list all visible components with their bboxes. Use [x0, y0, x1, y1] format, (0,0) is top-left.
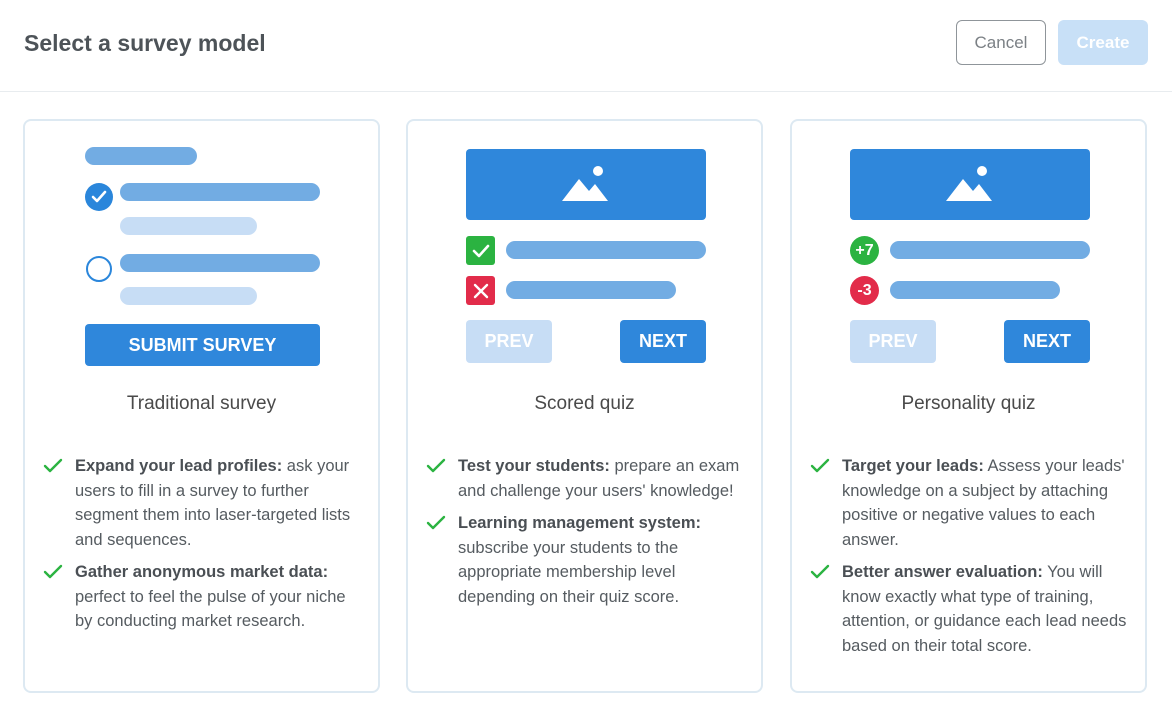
feature-item: Gather anonymous market data: perfect to… — [43, 560, 363, 634]
traditional-survey-illustration: SUBMIT SURVEY — [25, 121, 378, 381]
survey-model-card-scored-quiz[interactable]: PREV NEXT Scored quiz Test your students… — [406, 119, 763, 693]
feature-heading: Better answer evaluation: — [842, 563, 1043, 581]
checkmark-icon — [810, 458, 830, 473]
personality-quiz-illustration: +7 -3 PREV NEXT — [792, 121, 1145, 381]
feature-description: perfect to feel the pulse of your niche … — [75, 587, 346, 631]
cancel-button[interactable]: Cancel — [956, 20, 1046, 65]
next-button-preview: NEXT — [1004, 320, 1090, 363]
image-placeholder — [850, 149, 1090, 220]
page-title: Select a survey model — [24, 30, 266, 56]
checkmark-icon — [426, 515, 446, 530]
positive-score-badge: +7 — [850, 236, 879, 265]
checkmark-icon — [43, 564, 63, 579]
answer-bar — [506, 281, 676, 299]
feature-heading: Gather anonymous market data: — [75, 563, 329, 581]
card-title: Personality quiz — [901, 393, 1036, 414]
feature-item: Test your students: prepare an exam and … — [426, 454, 746, 503]
cross-icon — [466, 276, 495, 305]
answer-sub-bar — [120, 217, 257, 235]
feature-list: Test your students: prepare an exam and … — [426, 454, 746, 617]
checkmark-icon — [466, 236, 495, 265]
answer-bar — [890, 281, 1060, 299]
checkmark-icon — [426, 458, 446, 473]
survey-model-card-traditional[interactable]: SUBMIT SURVEY Traditional survey Expand … — [23, 119, 380, 693]
question-title-bar — [85, 147, 197, 165]
checkmark-icon — [810, 564, 830, 579]
radio-checked-icon — [85, 183, 113, 211]
submit-survey-preview: SUBMIT SURVEY — [85, 324, 320, 366]
image-placeholder-icon — [562, 166, 608, 201]
modal-header: Select a survey model Cancel Create — [0, 0, 1172, 92]
image-placeholder-icon — [946, 166, 992, 201]
answer-bar — [890, 241, 1090, 259]
feature-heading: Learning management system: — [458, 514, 701, 532]
checkmark-icon — [43, 458, 63, 473]
survey-model-card-personality-quiz[interactable]: +7 -3 PREV NEXT Personality quiz Target … — [790, 119, 1147, 693]
feature-item: Better answer evaluation: You will know … — [810, 560, 1130, 658]
prev-button-preview: PREV — [850, 320, 936, 363]
card-title: Traditional survey — [126, 393, 277, 414]
feature-item: Target your leads: Assess your leads' kn… — [810, 454, 1130, 552]
feature-description: subscribe your students to the appropria… — [458, 538, 680, 606]
answer-bar — [506, 241, 706, 259]
feature-item: Expand your lead profiles: ask your user… — [43, 454, 363, 552]
answer-bar — [120, 183, 320, 201]
radio-empty-icon — [86, 256, 112, 282]
prev-button-preview: PREV — [466, 320, 552, 363]
next-button-preview: NEXT — [620, 320, 706, 363]
feature-heading: Test your students: — [458, 457, 610, 475]
feature-item: Learning management system: subscribe yo… — [426, 511, 746, 609]
create-button[interactable]: Create — [1058, 20, 1148, 65]
feature-list: Target your leads: Assess your leads' kn… — [810, 454, 1130, 666]
scored-quiz-illustration: PREV NEXT — [408, 121, 761, 381]
answer-bar — [120, 254, 320, 272]
card-title: Scored quiz — [534, 393, 635, 414]
feature-heading: Expand your lead profiles: — [75, 457, 283, 475]
image-placeholder — [466, 149, 706, 220]
negative-score-badge: -3 — [850, 276, 879, 305]
answer-sub-bar — [120, 287, 257, 305]
feature-heading: Target your leads: — [842, 457, 984, 475]
feature-list: Expand your lead profiles: ask your user… — [43, 454, 363, 642]
